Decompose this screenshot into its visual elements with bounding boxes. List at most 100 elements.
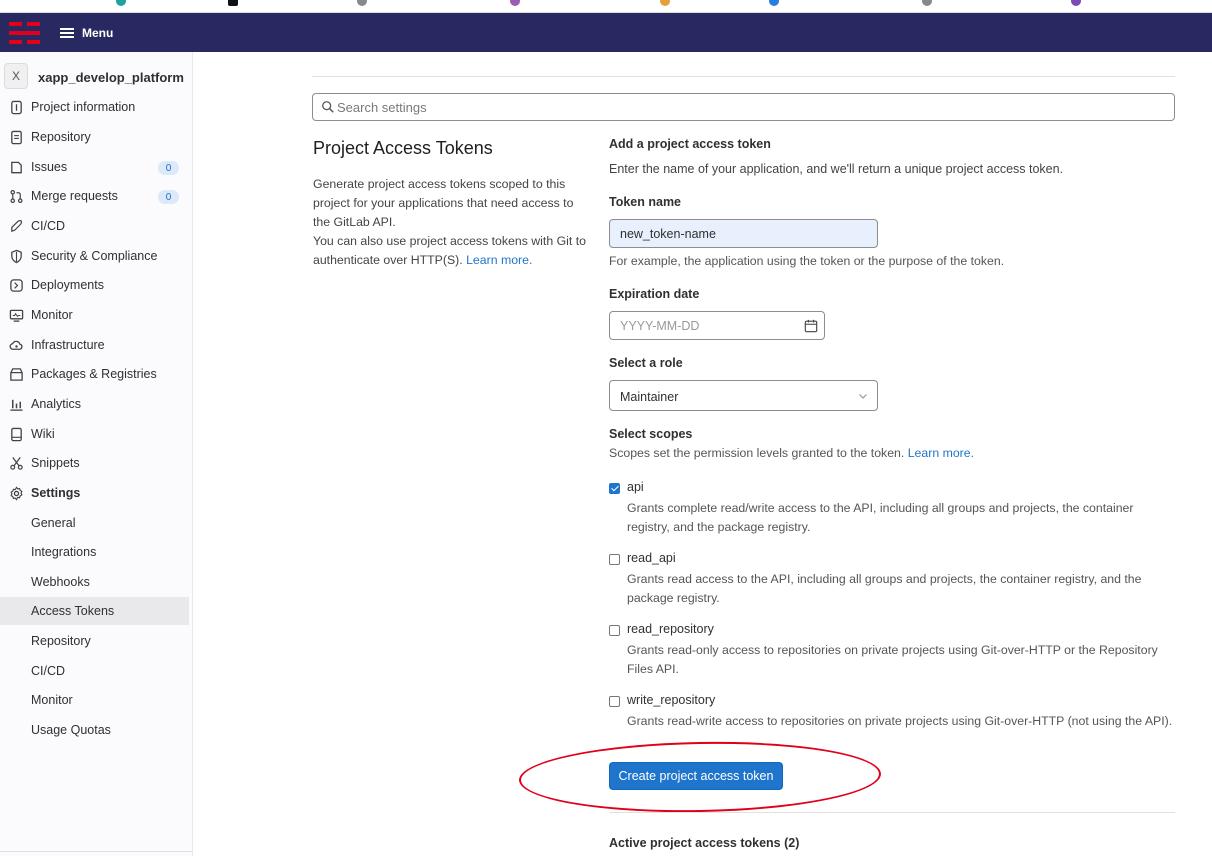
sidebar-item-label: Issues [31, 160, 68, 174]
sidebar-subitem-label: Webhooks [31, 575, 90, 589]
sidebar-subitem-label: Monitor [31, 693, 73, 707]
active-tokens-heading: Active project access tokens (2) [609, 836, 800, 850]
project-sidebar: X xapp_develop_platform Project informat… [0, 52, 193, 856]
create-access-token-button[interactable]: Create project access token [609, 762, 783, 790]
scope-description: Grants read-write access to repositories… [627, 714, 1173, 728]
scopes-learn-more-link[interactable]: Learn more. [908, 446, 974, 460]
token-name-help: For example, the application using the t… [609, 254, 1005, 268]
merge-request-icon [10, 189, 23, 204]
sidebar-subitem-usage-quotas[interactable]: Usage Quotas [0, 716, 189, 744]
menu-button[interactable]: Menu [60, 24, 113, 42]
brand-logo-icon[interactable] [9, 22, 40, 45]
settings-search[interactable] [312, 93, 1175, 121]
sidebar-subitem-webhooks[interactable]: Webhooks [0, 568, 189, 596]
scope-description: Grants read-only access to repositories … [627, 643, 1158, 676]
sidebar-item-packages-registries[interactable]: Packages & Registries [0, 360, 189, 388]
sidebar-item-label: Deployments [31, 278, 104, 292]
sidebar-item-label: Wiki [31, 427, 55, 441]
sidebar-footer-divider [0, 851, 193, 856]
sidebar-subitem-access-tokens[interactable]: Access Tokens [0, 597, 189, 625]
top-navbar: Menu [0, 13, 1212, 52]
project-avatar[interactable]: X [4, 63, 28, 89]
info-icon [11, 100, 22, 115]
scope-name[interactable]: write_repository [627, 693, 715, 707]
sidebar-item-merge-requests[interactable]: Merge requests 0 [0, 182, 189, 210]
sidebar-item-wiki[interactable]: Wiki [0, 420, 189, 448]
description-text: Generate project access tokens scoped to… [313, 177, 574, 229]
sidebar-item-label: Analytics [31, 397, 82, 411]
document-icon [11, 130, 22, 145]
expiration-date-field[interactable] [609, 311, 825, 340]
scopes-help-text: Scopes set the permission levels granted… [609, 446, 905, 460]
expiration-date-input[interactable] [620, 318, 790, 334]
sidebar-item-repository[interactable]: Repository [0, 123, 189, 151]
bookmark-icon[interactable] [769, 0, 779, 6]
sidebar-subitem-label: CI/CD [31, 664, 66, 678]
merge-requests-count-badge: 0 [158, 190, 179, 204]
sidebar-item-deployments[interactable]: Deployments [0, 271, 189, 299]
sidebar-subitem-label: Repository [31, 634, 91, 648]
role-select-value: Maintainer [620, 390, 679, 404]
project-name[interactable]: xapp_develop_platform [38, 70, 184, 85]
token-name-input[interactable] [609, 219, 878, 248]
sidebar-item-label: Infrastructure [31, 338, 105, 352]
scope-checkbox-write-repository[interactable] [609, 696, 620, 707]
scope-name[interactable]: api [627, 480, 644, 494]
sidebar-item-infrastructure[interactable]: Infrastructure [0, 331, 189, 359]
expiration-date-label: Expiration date [609, 287, 700, 301]
form-intro: Enter the name of your application, and … [609, 162, 1064, 176]
sidebar-item-settings[interactable]: Settings [0, 479, 189, 507]
sidebar-item-label: CI/CD [31, 219, 66, 233]
scope-description: Grants read access to the API, including… [627, 572, 1142, 605]
sidebar-subitem-label: Access Tokens [31, 604, 115, 618]
bookmark-icon[interactable] [510, 0, 520, 6]
scopes-label: Select scopes [609, 427, 693, 441]
cloud-icon [9, 340, 23, 350]
scope-checkbox-read-repository[interactable] [609, 625, 620, 636]
learn-more-link[interactable]: Learn more. [466, 253, 532, 267]
sidebar-item-snippets[interactable]: Snippets [0, 449, 189, 477]
book-icon [11, 427, 22, 442]
bookmark-icon[interactable] [922, 0, 932, 6]
chevron-down-icon [859, 394, 867, 399]
role-select[interactable]: Maintainer [609, 380, 878, 411]
shield-icon [11, 249, 22, 264]
sidebar-item-label: Packages & Registries [31, 367, 157, 381]
search-input[interactable] [337, 98, 1157, 116]
scissors-icon [10, 457, 23, 470]
sidebar-subitem-monitor[interactable]: Monitor [0, 686, 189, 714]
sidebar-subitem-label: Integrations [31, 545, 97, 559]
bookmark-icon[interactable] [660, 0, 670, 6]
bookmark-icon[interactable] [1071, 0, 1081, 6]
sidebar-item-issues[interactable]: Issues 0 [0, 153, 189, 181]
hamburger-icon [60, 28, 74, 38]
gear-icon [10, 486, 23, 501]
sidebar-item-label: Repository [31, 130, 91, 144]
scope-name[interactable]: read_api [627, 551, 676, 565]
bookmark-icon[interactable] [357, 0, 367, 6]
bookmark-icon[interactable] [228, 0, 238, 6]
bookmark-icon[interactable] [116, 0, 126, 6]
sidebar-subitem-label: Usage Quotas [31, 723, 111, 737]
sidebar-subitem-repository[interactable]: Repository [0, 627, 189, 655]
sidebar-item-project-information[interactable]: Project information [0, 93, 189, 121]
package-icon [10, 368, 23, 381]
browser-bookmarks-bar [0, 0, 1212, 13]
sidebar-item-label: Project information [31, 100, 136, 114]
sidebar-subitem-general[interactable]: General [0, 509, 189, 537]
menu-label: Menu [82, 26, 114, 40]
calendar-icon[interactable] [804, 319, 818, 333]
sidebar-subitem-integrations[interactable]: Integrations [0, 538, 189, 566]
sidebar-item-label: Snippets [31, 456, 80, 470]
sidebar-item-security-compliance[interactable]: Security & Compliance [0, 242, 189, 270]
issues-count-badge: 0 [158, 161, 179, 175]
sidebar-item-ci-cd[interactable]: CI/CD [0, 212, 189, 240]
scope-checkbox-read-api[interactable] [609, 554, 620, 565]
section-description: Generate project access tokens scoped to… [313, 175, 588, 270]
scope-name[interactable]: read_repository [627, 622, 714, 636]
project-header[interactable]: X xapp_develop_platform [0, 58, 193, 89]
scope-checkbox-api[interactable] [609, 483, 620, 494]
sidebar-subitem-ci-cd[interactable]: CI/CD [0, 657, 189, 685]
sidebar-item-analytics[interactable]: Analytics [0, 390, 189, 418]
sidebar-item-monitor[interactable]: Monitor [0, 301, 189, 329]
